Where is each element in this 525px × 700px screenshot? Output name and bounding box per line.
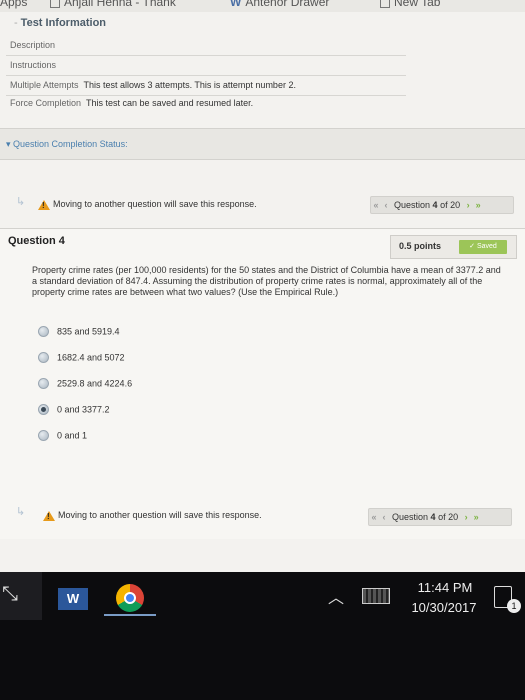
answer-label: 0 and 3377.2 [57, 404, 110, 415]
bookmark-label: New Tab [394, 0, 441, 9]
folder-icon [380, 0, 390, 8]
test-information-section: - Test Information Description Instructio… [0, 12, 525, 122]
answer-label: 1682.4 and 5072 [57, 352, 125, 363]
question-position: Question 4 of 20 [392, 512, 459, 522]
save-warning-text: Moving to another question will save thi… [58, 510, 262, 520]
radio-button[interactable] [38, 430, 49, 442]
radio-button-selected[interactable] [38, 404, 49, 416]
first-question-icon[interactable]: « [371, 200, 381, 210]
answer-choice[interactable]: 0 and 1 [38, 430, 87, 444]
bookmark-label: Apps [0, 0, 28, 9]
question-nav-top: ↳ Moving to another question will save t… [0, 194, 525, 218]
answer-choice[interactable]: 835 and 5919.4 [38, 326, 120, 340]
start-icon[interactable]: ⤡ [2, 584, 30, 604]
bookmark-anjali-henna[interactable]: Anjali Henna - Thank [50, 0, 176, 9]
question-title: Question 4 [8, 235, 65, 247]
warning-icon [38, 200, 50, 210]
arrow-icon: ↳ [16, 196, 26, 208]
w-icon: W [230, 0, 242, 9]
next-question-icon[interactable]: › [463, 200, 473, 210]
chrome-icon[interactable] [116, 584, 144, 612]
info-row-description: Description [10, 40, 56, 50]
active-app-indicator [104, 614, 156, 616]
divider [6, 55, 406, 56]
radio-button[interactable] [38, 352, 49, 364]
first-question-icon[interactable]: « [369, 512, 379, 522]
folder-icon [50, 0, 60, 8]
last-question-icon[interactable]: » [473, 200, 483, 210]
bookmark-new-tab[interactable]: New Tab [380, 0, 440, 9]
question-position: Question 4 of 20 [394, 200, 461, 210]
question-completion-status-label[interactable]: ▾ Question Completion Status: [6, 139, 128, 150]
question-navigator: «‹ Question 4 of 20 ›» [370, 196, 514, 214]
answer-choice[interactable]: 1682.4 and 5072 [38, 352, 125, 366]
radio-button[interactable] [38, 378, 49, 390]
saved-badge: ✓ Saved [459, 240, 507, 254]
expand-arrow-icon: ▾ [6, 139, 14, 149]
bookmark-label: Antenor Drawer [245, 0, 330, 9]
bookmarks-bar: Apps Anjali Henna - Thank W Antenor Drawe… [0, 0, 525, 12]
answer-choice-selected[interactable]: 0 and 3377.2 [38, 404, 110, 418]
next-question-icon[interactable]: › [461, 512, 471, 522]
question-completion-status[interactable]: ▾ Question Completion Status: [0, 128, 525, 160]
notification-count-badge: 1 [507, 599, 521, 613]
word-icon[interactable]: W [58, 588, 88, 610]
bookmark-apps[interactable]: Apps [0, 0, 27, 9]
points-label: 0.5 points [399, 241, 442, 251]
chevron-up-icon[interactable]: ︿ [328, 584, 344, 608]
previous-question-icon[interactable]: ‹ [381, 200, 391, 210]
last-question-icon[interactable]: » [471, 512, 481, 522]
windows-taskbar: ⤡ W ︿ 11:44 PM 10/30/2017 1 [0, 572, 525, 700]
points-box: 0.5 points ✓ Saved [390, 235, 517, 259]
divider [6, 95, 406, 96]
arrow-icon: ↳ [16, 506, 26, 518]
keyboard-icon[interactable] [362, 588, 390, 604]
radio-button[interactable] [38, 326, 49, 338]
answer-label: 2529.8 and 4224.6 [57, 378, 133, 389]
save-warning-text: Moving to another question will save thi… [53, 199, 257, 209]
test-information-title: - Test Information [14, 17, 107, 29]
question-text: Property crime rates (per 100,000 reside… [32, 265, 501, 297]
divider [6, 75, 406, 76]
question-navigator: «‹ Question 4 of 20 ›» [368, 508, 512, 526]
collapse-icon[interactable]: - [14, 17, 18, 29]
bookmark-antenor-drawer[interactable]: W Antenor Drawer [230, 0, 329, 9]
question-nav-bottom: ↳ Moving to another question will save t… [0, 504, 525, 528]
clock-date[interactable]: 10/30/2017 [404, 600, 484, 615]
answer-label: 0 and 1 [57, 430, 88, 441]
clock-time[interactable]: 11:44 PM [410, 580, 480, 595]
answer-label: 835 and 5919.4 [57, 326, 120, 337]
previous-question-icon[interactable]: ‹ [379, 512, 389, 522]
warning-icon [43, 511, 55, 521]
info-row-instructions: Instructions [10, 60, 57, 70]
browser-page: Apps Anjali Henna - Thank W Antenor Drawe… [0, 0, 525, 572]
info-row-force-completion: Force Completion This test can be saved a… [10, 98, 254, 108]
question-panel: Question 4 0.5 points ✓ Saved Property c… [0, 228, 525, 539]
answer-choice[interactable]: 2529.8 and 4224.6 [38, 378, 132, 392]
bookmark-label: Anjali Henna - Thank [64, 0, 176, 9]
info-row-multiple-attempts: Multiple Attempts This test allows 3 atte… [10, 80, 296, 90]
